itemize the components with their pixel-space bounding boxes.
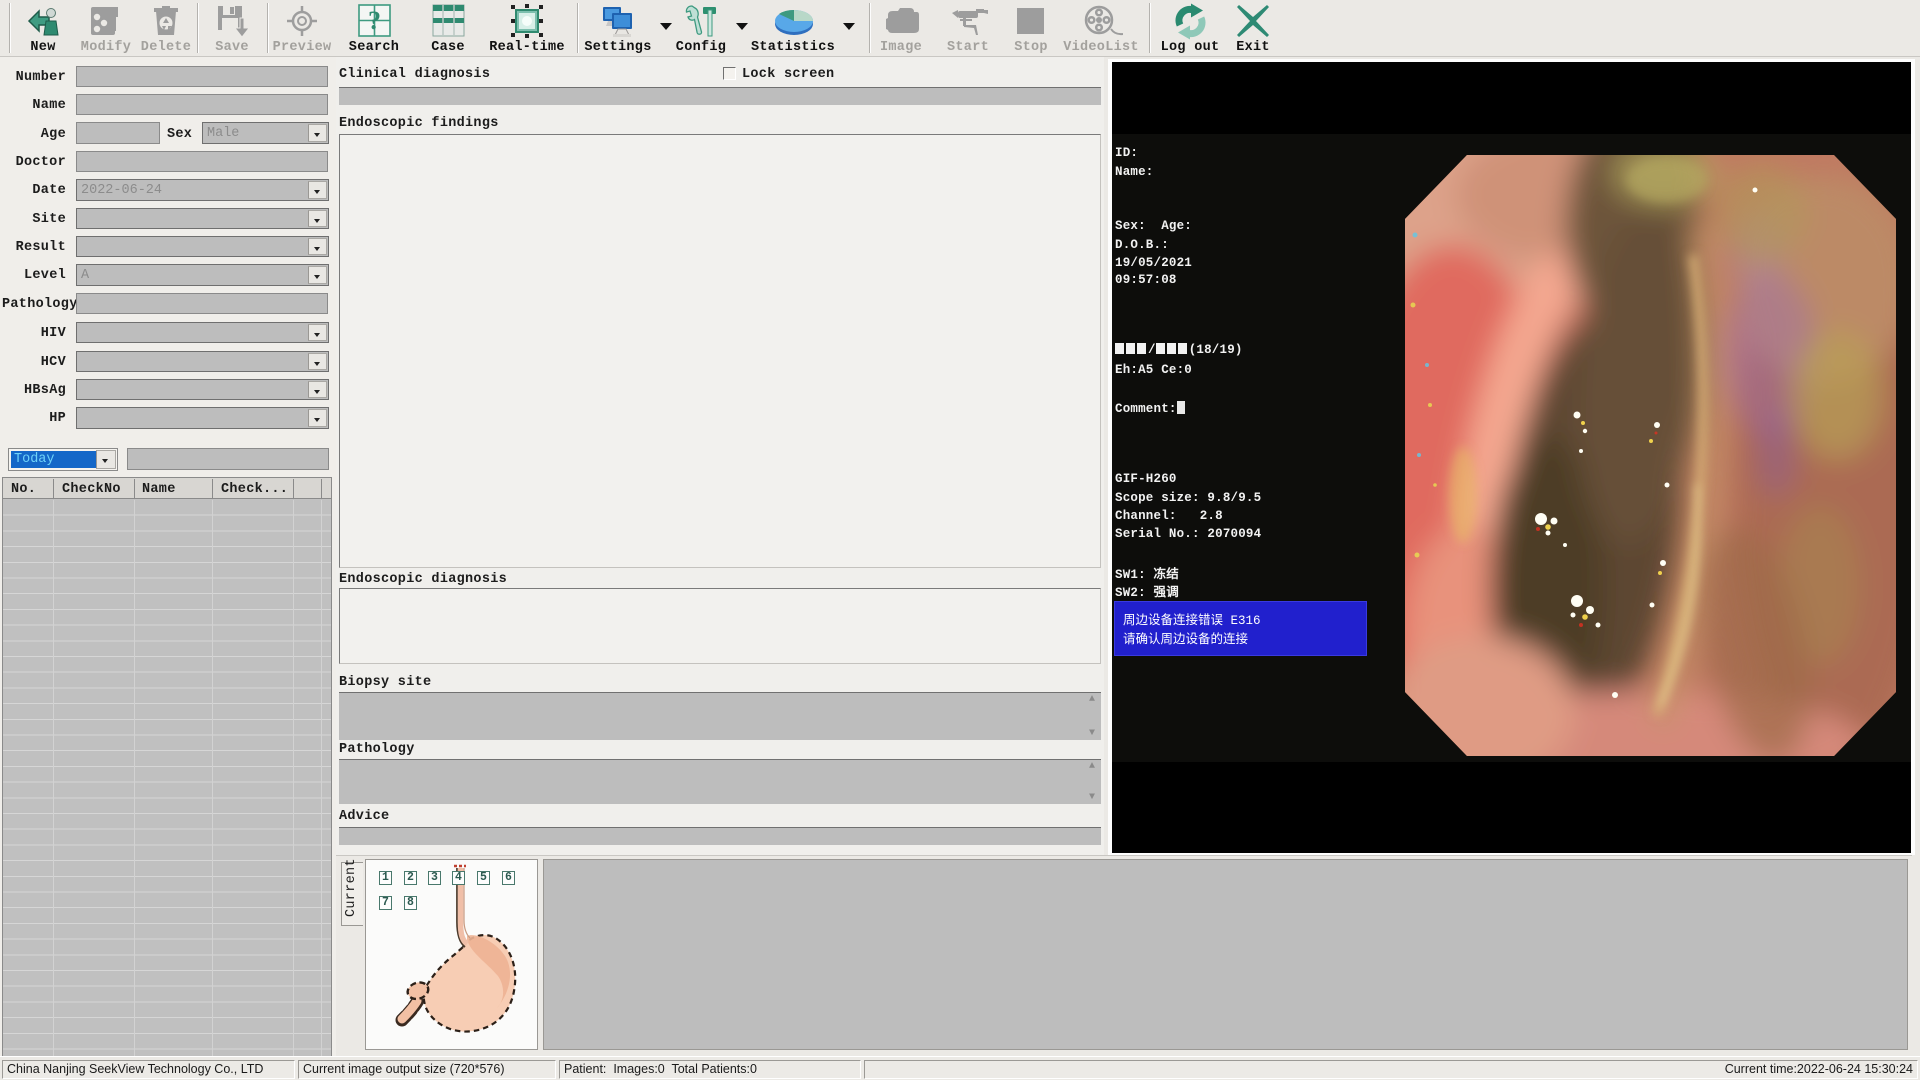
svg-text:?: ? [368, 6, 381, 35]
